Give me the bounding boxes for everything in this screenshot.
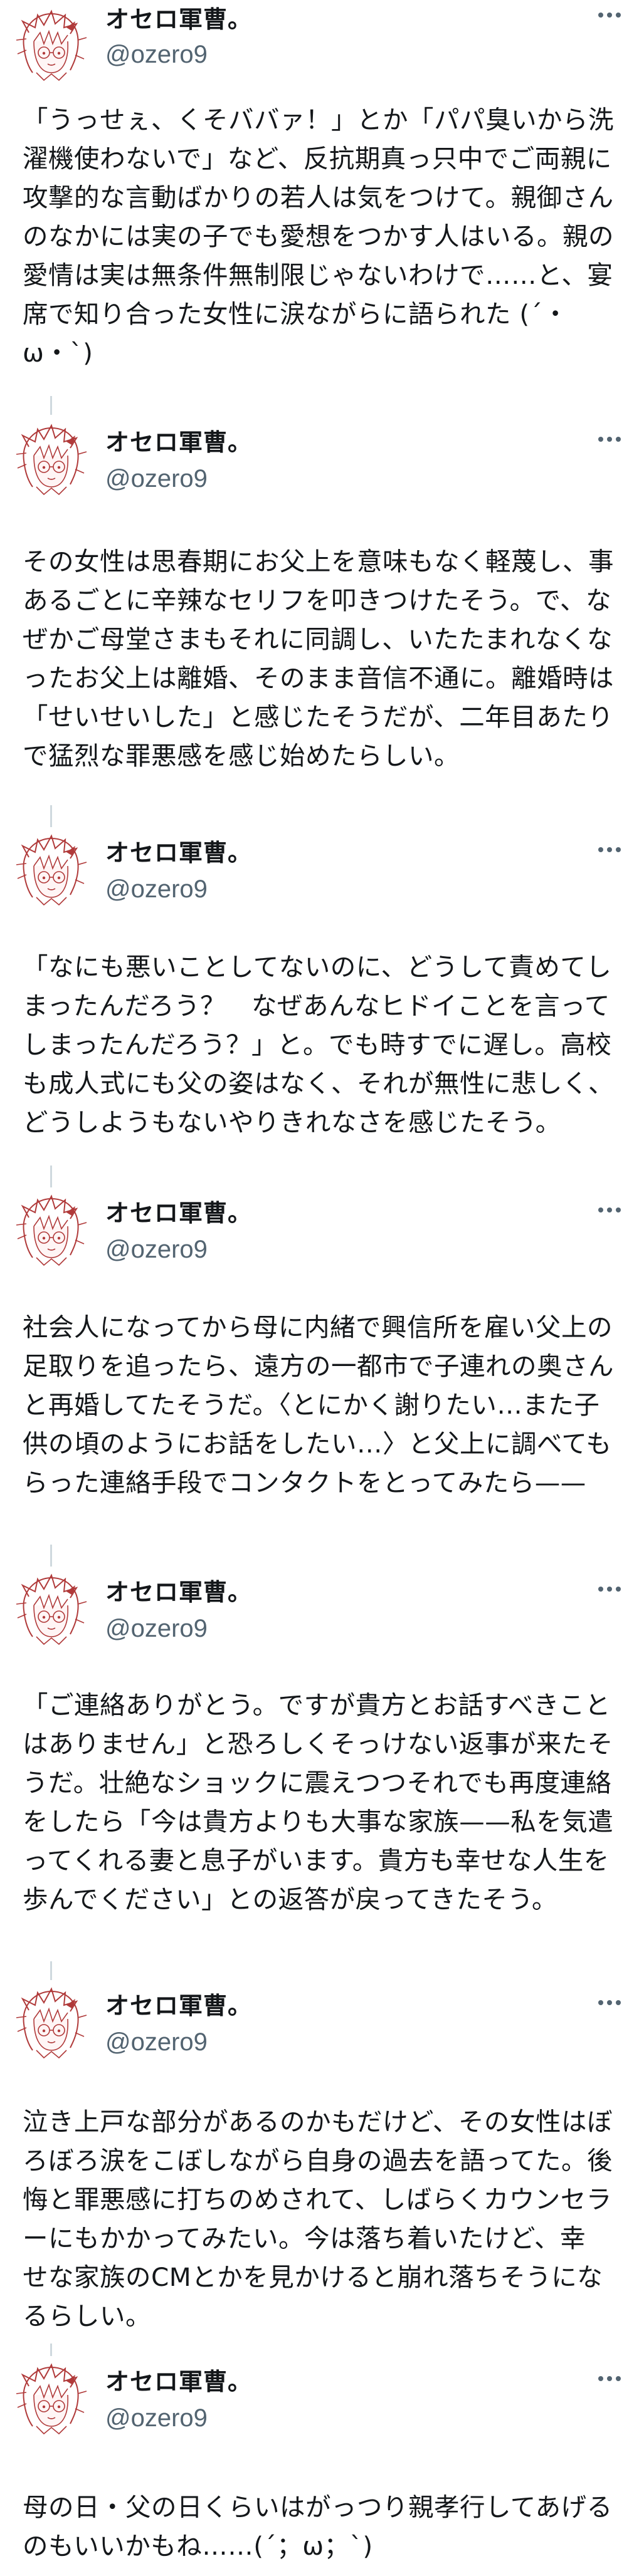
avatar[interactable] — [10, 827, 90, 907]
avatar[interactable] — [10, 1980, 90, 2060]
author-handle[interactable]: @ozero9 — [105, 2404, 208, 2433]
author-handle[interactable]: @ozero9 — [105, 1235, 208, 1264]
more-horizontal-icon — [596, 1996, 623, 2009]
avatar[interactable] — [10, 417, 90, 497]
more-horizontal-icon — [596, 2372, 623, 2385]
tweet-text: 「ご連絡ありがとう。ですが貴方とお話すべきこと はありません」と恐ろしくそっけな… — [23, 1690, 614, 1914]
more-options-button[interactable] — [596, 2372, 623, 2385]
more-options-button[interactable] — [596, 433, 623, 446]
tweet-text: 母の日・父の日くらいはがっつり親孝行してあげる のもいいかもね……(´；ω；`) — [23, 2492, 613, 2561]
author-handle[interactable]: @ozero9 — [105, 875, 208, 904]
thread-connector — [50, 396, 52, 415]
author-name[interactable]: オセロ軍曹。 — [105, 428, 252, 457]
author-name[interactable]: オセロ軍曹。 — [105, 5, 252, 34]
author-name[interactable]: オセロ軍曹。 — [105, 838, 252, 867]
tweet-text: 社会人になってから母に内緒で興信所を雇い父上の 足取りを追ったら、遠方の一都市で… — [23, 1312, 614, 1498]
author-handle[interactable]: @ozero9 — [105, 1614, 208, 1643]
more-horizontal-icon — [596, 843, 623, 856]
more-horizontal-icon — [596, 433, 623, 446]
author-handle[interactable]: @ozero9 — [105, 464, 208, 493]
thread-connector — [50, 1961, 52, 1980]
avatar[interactable] — [10, 2356, 90, 2436]
avatar[interactable] — [10, 1567, 90, 1647]
tweet-text: 「うっせぇ、くそババァ！」とか「パパ臭いから洗 濯機使わないで」など、反抗期真っ… — [23, 105, 614, 368]
more-options-button[interactable] — [596, 1996, 623, 2009]
more-options-button[interactable] — [596, 9, 623, 21]
thread-connector — [50, 1165, 52, 1188]
author-handle[interactable]: @ozero9 — [105, 2028, 208, 2057]
avatar[interactable] — [10, 3, 90, 83]
more-horizontal-icon — [596, 1204, 623, 1216]
author-name[interactable]: オセロ軍曹。 — [105, 1991, 252, 2020]
more-options-button[interactable] — [596, 1583, 623, 1595]
thread-connector — [50, 1545, 52, 1567]
author-name[interactable]: オセロ軍曹。 — [105, 2367, 252, 2396]
more-options-button[interactable] — [596, 843, 623, 856]
author-handle[interactable]: @ozero9 — [105, 40, 208, 69]
author-name[interactable]: オセロ軍曹。 — [105, 1578, 252, 1607]
tweet-text: その女性は思春期にお父上を意味もなく軽蔑し、事 あるごとに辛辣なセリフを叩きつけ… — [23, 546, 614, 771]
more-options-button[interactable] — [596, 1204, 623, 1216]
tweet-text: 「なにも悪いことしてないのに、どうして責めてし まったんだろう？ なぜあんなヒド… — [23, 952, 614, 1137]
tweet-text: 泣き上戸な部分があるのかもだけど、その女性はぼ ろぼろ涙をこぼしながら自身の過去… — [23, 2107, 613, 2331]
thread-connector — [50, 805, 52, 828]
more-horizontal-icon — [596, 1583, 623, 1595]
author-name[interactable]: オセロ軍曹。 — [105, 1199, 252, 1228]
more-horizontal-icon — [596, 9, 623, 21]
avatar[interactable] — [10, 1187, 90, 1268]
